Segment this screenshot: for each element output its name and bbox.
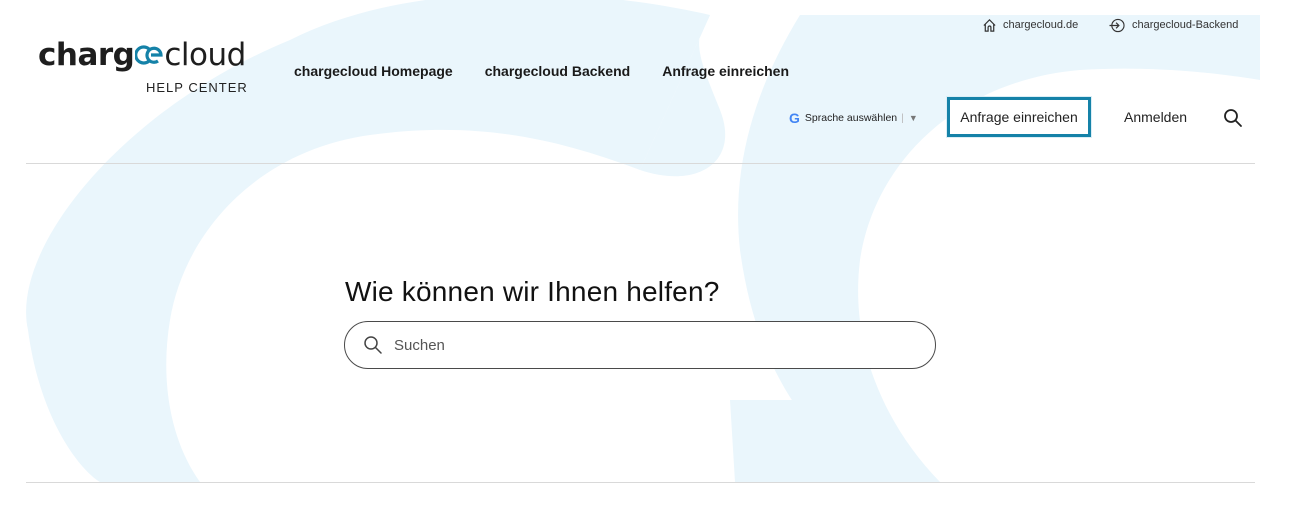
nav-link-request[interactable]: Anfrage einreichen	[662, 63, 789, 79]
utility-link-home[interactable]: chargecloud.de	[982, 16, 1078, 34]
sign-in-icon	[1109, 18, 1125, 32]
logo-subtitle: HELP CENTER	[146, 80, 248, 95]
search-icon	[1224, 109, 1242, 127]
hero-search-box	[344, 321, 936, 369]
home-icon	[983, 18, 996, 32]
search-icon	[364, 336, 382, 354]
logo-light-text: cloud	[164, 37, 246, 73]
login-button[interactable]: Anmelden	[1124, 109, 1187, 125]
submit-request-button[interactable]: Anfrage einreichen	[947, 97, 1091, 137]
language-label: Sprache auswählen	[804, 112, 898, 124]
utility-link-backend[interactable]: chargecloud-Backend	[1108, 16, 1238, 34]
header-search-button[interactable]	[1222, 107, 1244, 129]
main-navigation: chargecloud Homepage chargecloud Backend…	[294, 63, 789, 79]
google-icon: G	[789, 110, 800, 126]
hero-title: Wie können wir Ihnen helfen?	[345, 276, 720, 307]
logo-wordmark: charg cloud	[38, 38, 246, 72]
nav-link-backend[interactable]: chargecloud Backend	[485, 63, 631, 79]
utility-link-backend-label: chargecloud-Backend	[1132, 19, 1239, 31]
search-input[interactable]	[392, 335, 896, 355]
utility-link-home-label: chargecloud.de	[1003, 19, 1079, 31]
dropdown-arrow-icon: ▼	[908, 113, 918, 123]
nav-link-homepage[interactable]: chargecloud Homepage	[294, 63, 453, 79]
language-separator: |	[901, 112, 904, 124]
language-selector[interactable]: G Sprache auswählen | ▼	[789, 110, 918, 126]
footer-divider	[26, 482, 1255, 483]
logo-ce-mark-icon	[135, 45, 164, 65]
site-logo[interactable]: charg cloud HELP CENTER	[38, 38, 247, 95]
logo-bold-text: charg	[38, 37, 135, 73]
header-divider	[26, 163, 1255, 164]
